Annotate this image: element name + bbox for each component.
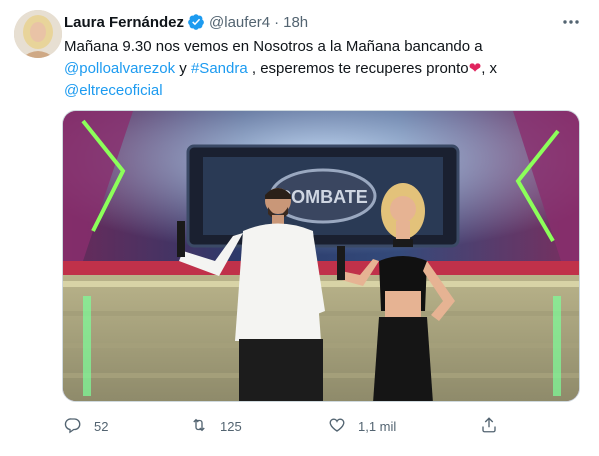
tweet-text-connector: y xyxy=(175,60,191,77)
heart-emoji: ❤ xyxy=(468,60,482,77)
mention-eltreceoficial[interactable]: @eltreceoficial xyxy=(64,82,163,99)
tweet-text-part2: , esperemos te recuperes pronto xyxy=(247,60,469,77)
mention-polloalvarezok[interactable]: @polloalvarezok xyxy=(64,60,175,77)
hashtag-sandra[interactable]: #Sandra xyxy=(191,60,248,77)
tweet-text: Mañana 9.30 nos vemos en Nosotros a la M… xyxy=(64,36,584,102)
share-button[interactable] xyxy=(480,416,498,437)
share-icon xyxy=(480,416,498,437)
like-count: 1,1 mil xyxy=(358,418,397,434)
like-icon xyxy=(328,416,346,437)
tweet-text-part3: , x xyxy=(481,60,498,77)
combate-sign: COMBATE xyxy=(278,187,368,207)
tweet-text-line1: Mañana 9.30 nos vemos en Nosotros a la M… xyxy=(64,38,483,55)
tweet-actions-bar: 52 125 1,1 mil xyxy=(60,414,520,438)
reply-count: 52 xyxy=(94,418,109,434)
author-name[interactable]: Laura Fernández xyxy=(64,14,184,31)
retweet-icon xyxy=(190,416,208,437)
retweet-button[interactable]: 125 xyxy=(190,416,242,437)
tv-studio-photo: COMBATE xyxy=(63,111,579,401)
verified-badge-icon xyxy=(187,13,205,31)
tweet-timestamp[interactable]: 18h xyxy=(283,14,308,31)
author-avatar[interactable] xyxy=(14,10,62,58)
separator-dot: · xyxy=(274,13,280,31)
author-handle[interactable]: @laufer4 xyxy=(209,14,270,31)
like-button[interactable]: 1,1 mil xyxy=(328,416,396,437)
reply-icon xyxy=(64,416,82,437)
tweet-header: Laura Fernández @laufer4 · 18h xyxy=(64,12,308,32)
more-options-icon[interactable] xyxy=(557,12,585,32)
avatar-image xyxy=(14,10,62,58)
tweet-photo[interactable]: COMBATE xyxy=(62,110,580,402)
retweet-count: 125 xyxy=(220,418,242,434)
reply-button[interactable]: 52 xyxy=(64,416,108,437)
